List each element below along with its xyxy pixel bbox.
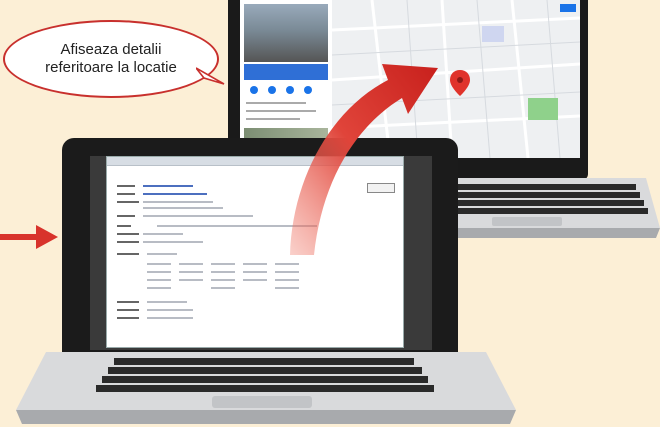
location-details-callout: Afiseaza detalii referitoare la locatie xyxy=(3,20,219,98)
field-label xyxy=(117,193,135,195)
table-cell xyxy=(275,271,299,273)
table-cell xyxy=(211,287,235,289)
table-cell xyxy=(147,287,171,289)
field-label xyxy=(117,225,131,227)
table-cell xyxy=(147,271,171,273)
field-value xyxy=(143,215,253,217)
park-area xyxy=(528,98,558,120)
table-cell xyxy=(179,271,203,273)
front-laptop-keyboard xyxy=(16,352,516,424)
field-value xyxy=(147,317,193,319)
table-cell xyxy=(179,279,203,281)
table-cell xyxy=(243,263,267,265)
table-cell xyxy=(243,279,267,281)
field-label xyxy=(117,317,139,319)
field-label xyxy=(117,241,139,243)
touchpad xyxy=(212,396,312,408)
table-cell xyxy=(211,263,235,265)
callout-line-2: referitoare la locatie xyxy=(45,59,177,76)
field-value xyxy=(147,301,187,303)
table-cell xyxy=(147,279,171,281)
callout-tail xyxy=(196,67,225,85)
field-label xyxy=(117,233,139,235)
table-cell xyxy=(179,263,203,265)
field-value xyxy=(143,233,183,235)
field-value xyxy=(143,201,213,203)
field-value xyxy=(143,241,203,243)
curved-arrow-icon xyxy=(290,64,438,255)
table-cell xyxy=(275,263,299,265)
field-label xyxy=(117,215,135,217)
field-label xyxy=(117,309,139,311)
table-header xyxy=(147,253,177,255)
table-cell xyxy=(275,279,299,281)
table-cell xyxy=(211,271,235,273)
field-label xyxy=(117,201,139,203)
callout-line-1: Afiseaza detalii xyxy=(60,41,162,58)
field-label xyxy=(117,301,139,303)
table-cell xyxy=(243,271,267,273)
field-label xyxy=(117,253,139,255)
sign-in-button xyxy=(560,4,576,12)
field-value xyxy=(147,309,193,311)
record-id xyxy=(143,185,193,187)
table-cell xyxy=(147,263,171,265)
table-cell xyxy=(211,279,235,281)
field-value xyxy=(143,207,223,209)
directions-icon[interactable] xyxy=(250,86,258,94)
field-label xyxy=(117,185,135,187)
table-cell xyxy=(275,287,299,289)
arrow-right-icon xyxy=(0,225,58,249)
map-link[interactable] xyxy=(143,193,207,195)
